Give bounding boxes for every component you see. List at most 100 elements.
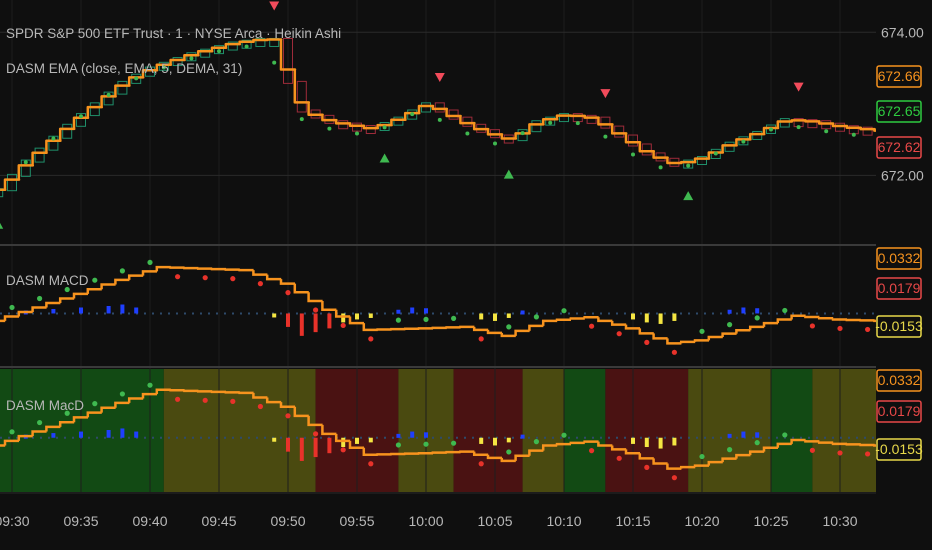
ema-dot bbox=[23, 160, 28, 165]
macd2-histogram-bar bbox=[424, 432, 428, 438]
macd-histogram-bar bbox=[479, 313, 484, 320]
price-tick-label: 672.00 bbox=[881, 167, 924, 183]
macd2-histogram-bar bbox=[79, 431, 83, 438]
macd-histogram-bar bbox=[658, 313, 663, 324]
macd2-signal-dot bbox=[533, 439, 540, 445]
zone-olive bbox=[163, 369, 316, 492]
macd2-histogram-bar bbox=[658, 437, 663, 449]
ema-dot bbox=[741, 139, 746, 144]
macd-histogram-bar bbox=[134, 307, 139, 314]
price-badge: 672.62 bbox=[878, 139, 921, 155]
time-tick-label: 10:30 bbox=[822, 513, 857, 529]
macd2-signal-dot bbox=[754, 440, 760, 446]
zone-red bbox=[605, 369, 689, 492]
symbol-title: SPDR S&P 500 ETF Trust · 1 · NYSE Arca ·… bbox=[6, 26, 342, 41]
macd-histogram-bar bbox=[286, 313, 290, 327]
macd2-signal-dot bbox=[451, 440, 457, 446]
ema-dot bbox=[272, 60, 277, 65]
time-tick-label: 10:00 bbox=[408, 513, 443, 529]
ema-dot bbox=[769, 127, 773, 132]
macd-signal-dot bbox=[671, 349, 678, 355]
macd-histogram-bar bbox=[520, 310, 525, 315]
macd2-signal-dot bbox=[644, 464, 650, 470]
ema-dot bbox=[327, 126, 332, 131]
ema-dot bbox=[686, 163, 691, 168]
price-badge: 672.65 bbox=[878, 103, 921, 119]
ema-dot bbox=[520, 131, 525, 136]
price-tick-label: 674.00 bbox=[881, 24, 924, 40]
macd2-signal-dot bbox=[230, 398, 236, 404]
macd2-signal-dot bbox=[809, 447, 816, 453]
macd-signal-dot bbox=[313, 307, 319, 313]
macd2-histogram-bar bbox=[355, 437, 359, 444]
ema-dot bbox=[79, 114, 83, 119]
macd2-histogram-bar bbox=[520, 434, 525, 439]
macd2-signal-dot bbox=[478, 461, 484, 467]
macd2-signal-dot bbox=[506, 449, 512, 455]
ema-dot bbox=[713, 151, 718, 156]
macd2-signal-dot bbox=[9, 429, 15, 435]
macd2-signal-dot bbox=[37, 419, 43, 426]
ema-dot bbox=[437, 117, 442, 122]
ema-dot bbox=[548, 120, 553, 125]
time-tick-label: 09:30 bbox=[0, 513, 30, 529]
macd2-badge: 0.0179 bbox=[878, 403, 921, 419]
ema-dot bbox=[299, 117, 304, 122]
ema-dot bbox=[824, 129, 829, 134]
macd-histogram-bar bbox=[106, 306, 111, 314]
macd-signal-dot bbox=[368, 336, 374, 342]
ema-dot bbox=[51, 136, 56, 141]
macd-signal-dot bbox=[285, 290, 291, 296]
macd-signal-dot bbox=[561, 308, 567, 314]
macd-signal-dot bbox=[727, 322, 733, 328]
macd2-histogram-bar bbox=[493, 437, 497, 446]
macd2-signal-dot bbox=[561, 432, 567, 438]
zone-green bbox=[0, 369, 164, 492]
ema-dot bbox=[410, 112, 415, 117]
macd2-histogram-bar bbox=[120, 428, 125, 438]
macd2-signal-dot bbox=[837, 450, 843, 456]
macd2-signal-dot bbox=[368, 461, 374, 467]
ema-dot bbox=[796, 125, 801, 130]
macd-signal-dot bbox=[119, 268, 125, 274]
macd-signal-dot bbox=[865, 326, 871, 333]
macd2-signal-dot bbox=[727, 447, 733, 453]
zone-red bbox=[453, 369, 523, 492]
ema-dot bbox=[134, 76, 139, 81]
macd-histogram-bar bbox=[396, 309, 401, 314]
price-badge: 672.66 bbox=[878, 68, 921, 84]
macd2-histogram-bar bbox=[741, 431, 746, 438]
macd-signal-dot bbox=[616, 331, 622, 337]
macd-signal-dot bbox=[92, 277, 98, 283]
macd2-histogram-bar bbox=[106, 430, 111, 438]
macd-signal-dot bbox=[699, 328, 705, 334]
macd-histogram-bar bbox=[644, 313, 649, 323]
macd2-badge: 0.0332 bbox=[878, 372, 921, 388]
macd-signal-dot bbox=[589, 323, 595, 329]
macd-histogram-bar bbox=[355, 313, 359, 320]
macd2-histogram-bar bbox=[755, 432, 760, 438]
macd-histogram-bar bbox=[341, 313, 346, 323]
macd2-pane-title: DASM MacD bbox=[6, 398, 85, 413]
macd2-histogram-bar bbox=[327, 437, 332, 454]
macd2-signal-dot bbox=[340, 447, 346, 453]
macd2-signal-dot bbox=[423, 441, 429, 447]
time-tick-label: 10:10 bbox=[546, 513, 581, 529]
ema-dot bbox=[575, 121, 580, 126]
macd2-signal-dot bbox=[175, 396, 181, 402]
macd-signal-dot bbox=[340, 322, 346, 329]
macd-histogram-bar bbox=[727, 309, 732, 314]
time-tick-label: 09:50 bbox=[270, 513, 305, 529]
trading-chart[interactable]: 674.00 672.00 672.66 672.65 672.62 0.0332 0.01… bbox=[0, 0, 932, 550]
zone-green bbox=[564, 369, 606, 492]
macd2-histogram-bar bbox=[672, 437, 677, 446]
macd2-histogram-bar bbox=[410, 431, 415, 438]
macd-signal-dot bbox=[451, 315, 457, 322]
time-tick-label: 09:35 bbox=[63, 513, 98, 529]
macd2-histogram-bar bbox=[479, 437, 484, 444]
macd2-signal-dot bbox=[257, 403, 263, 410]
time-tick-label: 10:05 bbox=[477, 513, 512, 529]
macd-histogram-bar bbox=[51, 308, 56, 314]
macd-badge: 0.0332 bbox=[878, 250, 921, 266]
macd2-signal-dot bbox=[285, 413, 291, 419]
